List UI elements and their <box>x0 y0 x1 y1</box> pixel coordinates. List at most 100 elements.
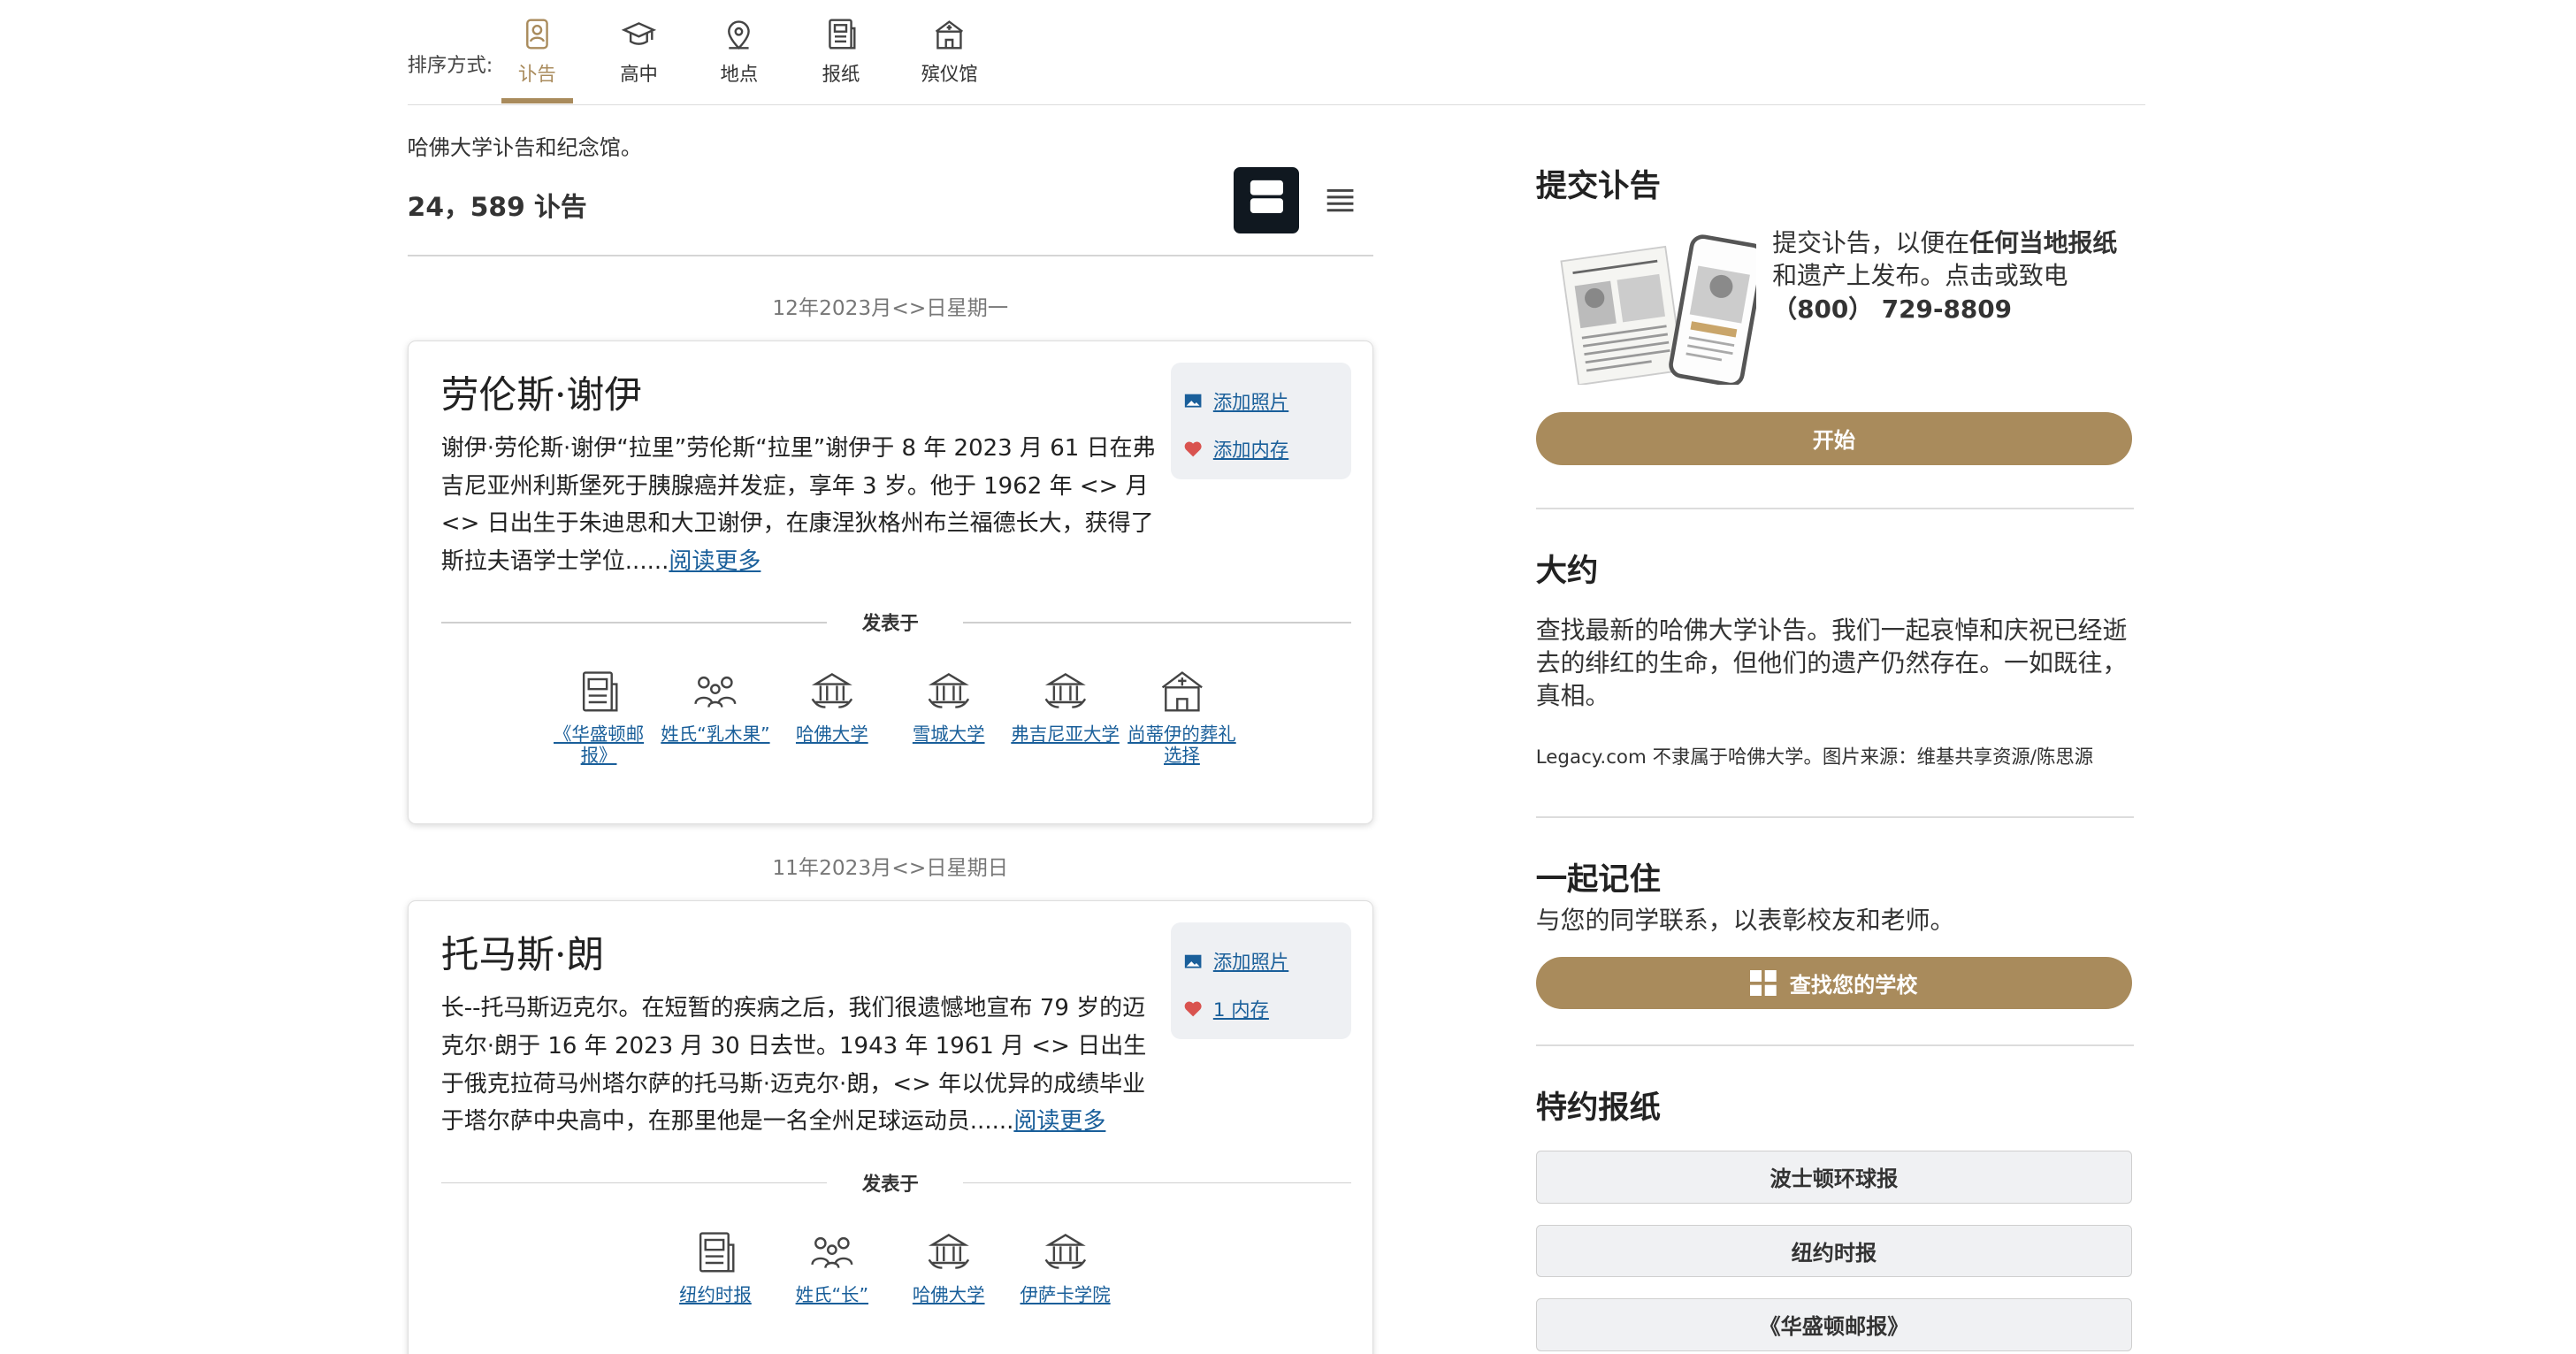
sort-label: 排序方式: <box>407 53 493 77</box>
about-title: 大约 <box>1535 552 1599 589</box>
tab-label: 高中 <box>620 63 658 86</box>
published-in-item[interactable]: 哈佛大学 <box>891 1228 1007 1305</box>
published-in-label: 发表于 <box>861 1173 919 1196</box>
obituary-icon <box>519 17 555 53</box>
published-in-label[interactable]: 《华盛顿邮报》 <box>540 723 657 766</box>
published-in-item[interactable]: 伊萨卡学院 <box>1007 1228 1124 1305</box>
tab-label: 讣告 <box>518 63 556 86</box>
published-in-label[interactable]: 哈佛大学 <box>774 723 891 745</box>
newspaper-button[interactable]: 波士顿环球报 <box>1535 1151 2133 1204</box>
submit-text: 和遗产上发布。点击或致电 <box>1772 261 2068 291</box>
remember-text: 与您的同学联系，以表彰校友和老师。 <box>1535 906 1955 936</box>
university-icon <box>924 1228 974 1278</box>
photo-icon <box>1185 394 1202 408</box>
tab-newspaper[interactable]: 报纸 <box>800 17 883 87</box>
list-view-icon <box>1324 188 1357 224</box>
add-photo-label[interactable]: 添加照片 <box>1213 387 1288 415</box>
start-button[interactable]: 开始 <box>1535 412 2133 465</box>
featured-title: 特约报纸 <box>1535 1090 1661 1127</box>
add-photo-label[interactable]: 添加照片 <box>1213 947 1288 975</box>
date-heading: 11年2023月<>日星期日 <box>772 856 1009 881</box>
tab-obituaries[interactable]: 讣告 <box>496 17 578 103</box>
list-view-button[interactable] <box>1324 184 1357 217</box>
submit-text-bold: 任何当地报纸 <box>1969 228 2118 258</box>
tab-funeral-home[interactable]: 殡仪馆 <box>908 17 990 87</box>
divider <box>407 254 1373 256</box>
remember-together-section: 一起记住 与您的同学联系，以表彰校友和老师。 查找您的学校 <box>1535 854 2134 1010</box>
published-in-label[interactable]: 姓氏“长” <box>774 1284 891 1305</box>
submit-description: 提交讣告，以便在任何当地报纸和遗产上发布。点击或致电 （800） 729-8809 <box>1772 226 2134 325</box>
published-in-label: 发表于 <box>861 613 919 636</box>
grid-view-icon <box>1249 179 1285 222</box>
submit-obituary-section: 提交讣告 提交讣告，以便在任何当地报纸和遗产上发布。点击或致电（800） 729… <box>1535 161 2134 465</box>
grid-view-button[interactable] <box>1233 167 1300 233</box>
tab-location[interactable]: 地点 <box>698 17 780 87</box>
published-in-label[interactable]: 哈佛大学 <box>891 1284 1007 1305</box>
location-pin-icon <box>721 17 757 53</box>
add-photo-button[interactable]: 添加照片 <box>1183 937 1338 985</box>
published-in-label[interactable]: 纽约时报 <box>657 1284 774 1305</box>
tab-label: 殡仪馆 <box>921 63 978 86</box>
grid-icon <box>1750 969 1777 997</box>
about-text: 查找最新的哈佛大学讣告。我们一起哀悼和庆祝已经逝去的绯红的生命，但他们的遗产仍然… <box>1535 615 2128 710</box>
published-in-item[interactable]: 尚蒂伊的葬礼选择 <box>1124 668 1241 766</box>
family-icon <box>691 668 740 717</box>
heart-icon <box>1185 1001 1203 1017</box>
sort-bar: 排序方式: 讣告 高中 地点 报纸 殡仪馆 <box>407 0 2145 105</box>
funeral-home-icon <box>1158 668 1207 717</box>
obituary-count: 24，589 讣告 <box>407 191 587 223</box>
university-icon <box>924 668 974 717</box>
published-in-label[interactable]: 尚蒂伊的葬礼选择 <box>1124 723 1241 766</box>
newspaper-button[interactable]: 纽约时报 <box>1535 1224 2133 1278</box>
published-in-item[interactable]: 姓氏“长” <box>774 1228 891 1305</box>
university-icon <box>1041 1228 1090 1278</box>
published-in-item[interactable]: 纽约时报 <box>657 1228 774 1305</box>
find-school-label: 查找您的学校 <box>1789 973 1918 998</box>
add-photo-button[interactable]: 添加照片 <box>1183 377 1338 425</box>
published-in-list: 纽约时报 姓氏“长” 哈佛大学 伊萨卡学院 <box>409 1228 1372 1305</box>
funeral-home-icon <box>931 17 967 53</box>
divider <box>1535 507 2134 509</box>
find-school-button[interactable]: 查找您的学校 <box>1535 956 2133 1010</box>
photo-icon <box>1185 954 1202 968</box>
memories-label[interactable]: 1 内存 <box>1213 995 1269 1022</box>
published-in-label[interactable]: 雪城大学 <box>891 723 1007 745</box>
published-in-label[interactable]: 弗吉尼亚大学 <box>1007 723 1124 745</box>
active-tab-underline <box>501 98 574 103</box>
memories-button[interactable]: 1 内存 <box>1183 985 1338 1033</box>
published-in-item[interactable]: 《华盛顿邮报》 <box>540 668 657 766</box>
newspaper-icon <box>574 668 623 717</box>
deceased-name[interactable]: 托马斯·朗 <box>441 924 604 979</box>
obituary-preview-image <box>1559 230 1765 387</box>
tab-label: 地点 <box>720 63 759 86</box>
graduation-cap-icon <box>621 17 657 53</box>
obituary-card: 劳伦斯·谢伊 谢伊·劳伦斯·谢伊“拉里”劳伦斯“拉里”谢伊于 8 年 2023 … <box>407 340 1373 825</box>
submit-text: 提交讣告，以便在 <box>1772 228 1970 258</box>
featured-newspapers-section: 特约报纸 波士顿环球报 纽约时报 《华盛顿邮报》 <box>1535 1082 2134 1354</box>
newspaper-icon <box>691 1228 740 1278</box>
published-in-item[interactable]: 姓氏“乳木果” <box>657 668 774 766</box>
submit-phone[interactable]: （800） 729-8809 <box>1772 295 2012 324</box>
published-in-label[interactable]: 伊萨卡学院 <box>1007 1284 1124 1305</box>
tab-high-school[interactable]: 高中 <box>598 17 680 87</box>
divider <box>1535 816 2134 819</box>
about-section: 大约 查找最新的哈佛大学讣告。我们一起哀悼和庆祝已经逝去的绯红的生命，但他们的遗… <box>1536 546 2134 769</box>
divider <box>1535 1044 2134 1047</box>
obituary-excerpt: 长--托马斯迈克尔。在短暂的疾病之后，我们很遗憾地宣布 79 岁的迈克尔·朗于 … <box>441 990 1161 1141</box>
newspaper-button[interactable]: 《华盛顿邮报》 <box>1535 1298 2133 1351</box>
published-in-label[interactable]: 姓氏“乳木果” <box>657 723 774 745</box>
published-in-item[interactable]: 雪城大学 <box>891 668 1007 766</box>
deceased-name[interactable]: 劳伦斯·谢伊 <box>441 364 642 419</box>
add-memory-label[interactable]: 添加内存 <box>1213 435 1288 463</box>
heart-icon <box>1185 441 1203 457</box>
published-in-item[interactable]: 弗吉尼亚大学 <box>1007 668 1124 766</box>
family-icon <box>807 1228 857 1278</box>
submit-title: 提交讣告 <box>1535 168 1661 205</box>
university-icon <box>1041 668 1090 717</box>
published-in-item[interactable]: 哈佛大学 <box>774 668 891 766</box>
about-note: Legacy.com 不隶属于哈佛大学。图片来源：维基共享资源/陈思源 <box>1535 746 2094 769</box>
read-more-link[interactable]: 阅读更多 <box>1013 1108 1105 1135</box>
read-more-link[interactable]: 阅读更多 <box>669 548 761 575</box>
add-memory-button[interactable]: 添加内存 <box>1183 425 1338 472</box>
obituary-excerpt: 谢伊·劳伦斯·谢伊“拉里”劳伦斯“拉里”谢伊于 8 年 2023 月 61 日在… <box>441 430 1161 581</box>
